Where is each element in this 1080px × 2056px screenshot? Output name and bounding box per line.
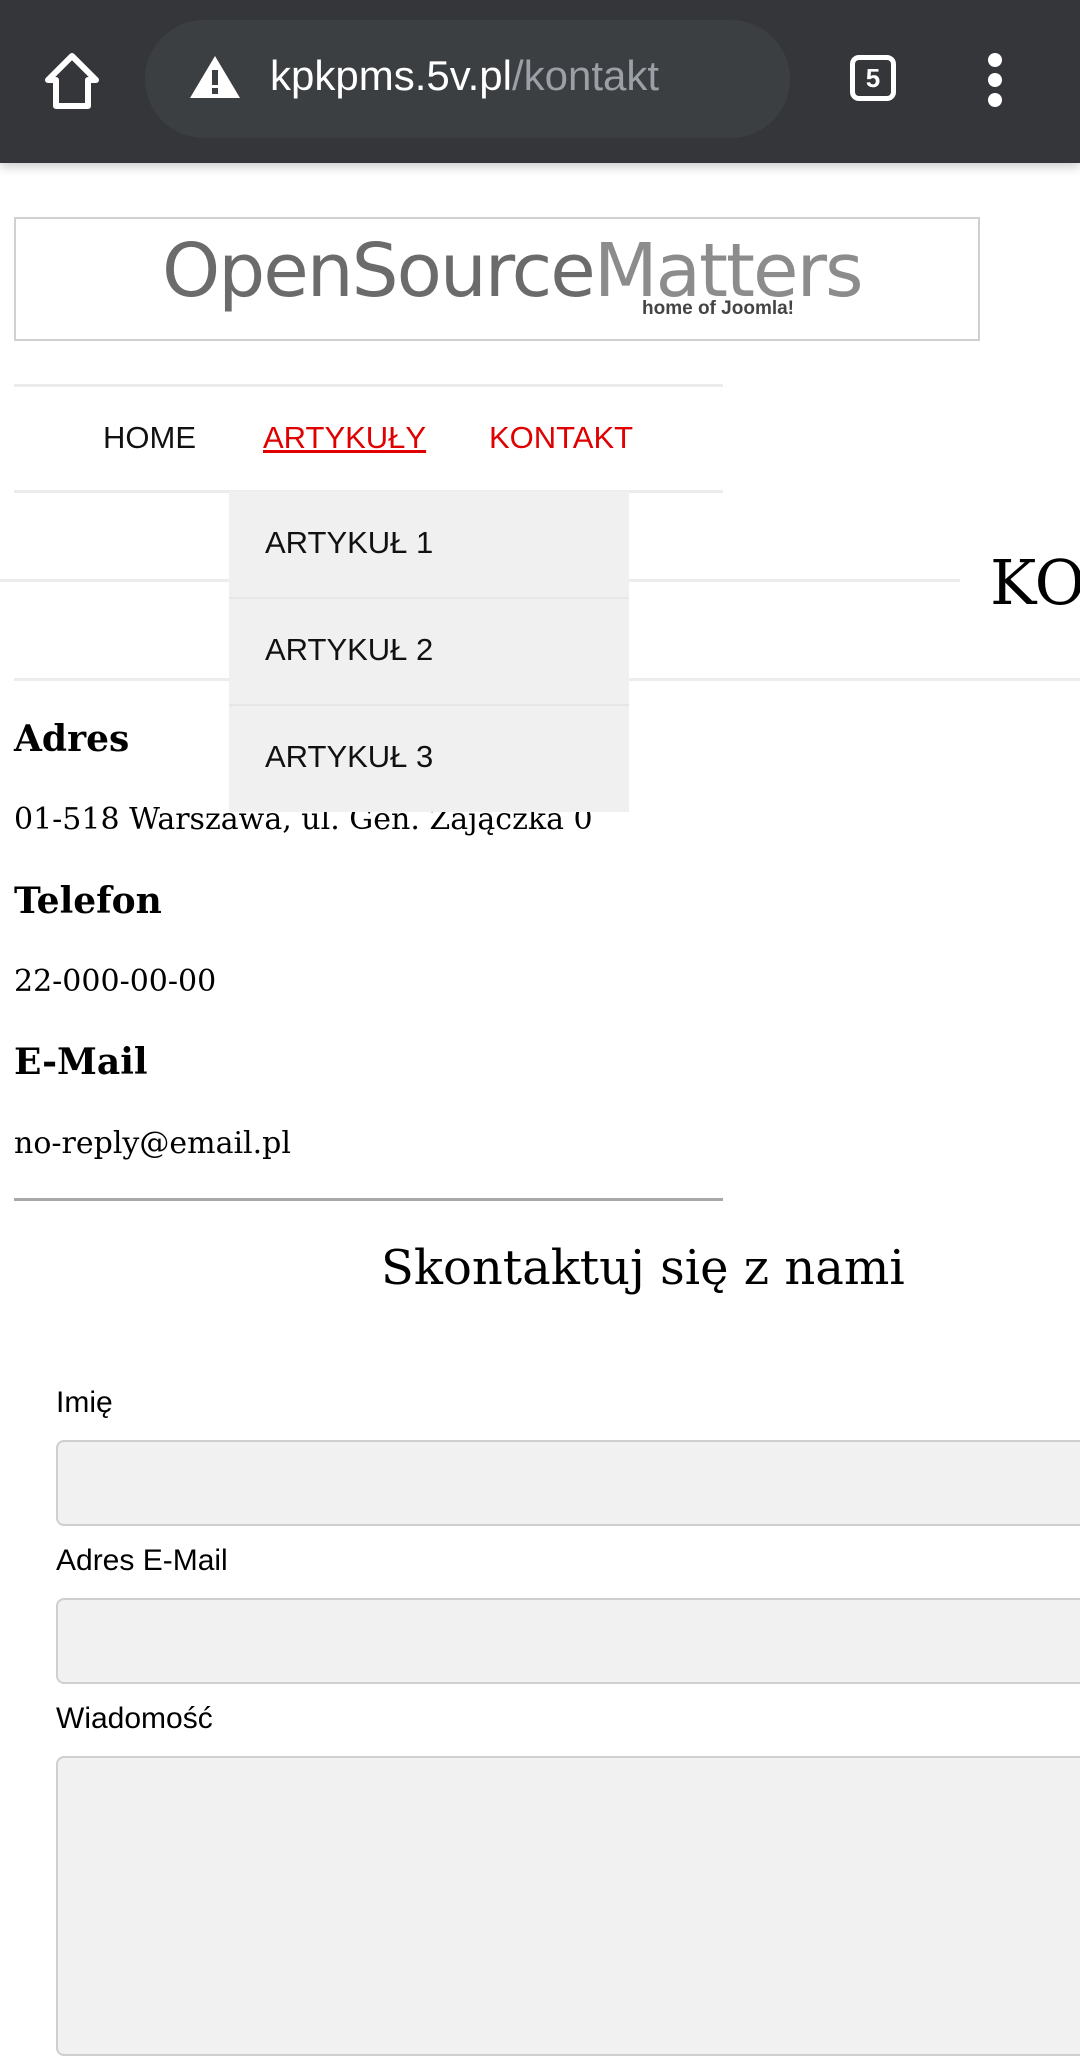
page-title: KO <box>990 546 1080 619</box>
dropdown-item-artykul-3[interactable]: ARTYKUŁ 3 <box>229 705 629 811</box>
name-input[interactable] <box>56 1440 1080 1526</box>
address-heading: Adres <box>14 718 130 760</box>
dropdown-item-label: ARTYKUŁ 2 <box>265 632 434 667</box>
phone-heading: Telefon <box>14 880 162 922</box>
dropdown-item-artykul-1[interactable]: ARTYKUŁ 1 <box>229 491 629 599</box>
dropdown-item-label: ARTYKUŁ 1 <box>265 525 434 560</box>
message-label: Wiadomość <box>56 1702 213 1735</box>
email-heading: E-Mail <box>14 1041 148 1083</box>
warning-icon[interactable] <box>188 54 242 100</box>
nav-artykuly[interactable]: ARTYKUŁY <box>263 420 426 456</box>
browser-toolbar: kpkpms.5v.pl/kontakt 5 <box>0 0 1080 163</box>
dropdown-item-artykul-2[interactable]: ARTYKUŁ 2 <box>229 598 629 706</box>
nav-kontakt[interactable]: KONTAKT <box>489 420 633 456</box>
form-title: Skontaktuj się z nami <box>381 1240 905 1296</box>
email-input[interactable] <box>56 1598 1080 1684</box>
dropdown-item-label: ARTYKUŁ 3 <box>265 739 434 774</box>
artykuly-dropdown: ARTYKUŁ 1 ARTYKUŁ 2 ARTYKUŁ 3 <box>229 491 629 812</box>
nav-home[interactable]: HOME <box>103 420 196 456</box>
email-text[interactable]: no-reply@email.pl <box>14 1126 291 1161</box>
home-icon[interactable] <box>44 52 100 110</box>
tab-switcher-button[interactable]: 5 <box>850 55 896 101</box>
contact-divider <box>14 1198 723 1201</box>
nav-divider-top <box>14 384 723 387</box>
url-text[interactable]: kpkpms.5v.pl/kontakt <box>270 52 659 100</box>
message-textarea[interactable] <box>56 1756 1080 2056</box>
phone-text: 22-000-00-00 <box>14 964 217 999</box>
name-label: Imię <box>56 1386 113 1419</box>
more-menu-icon[interactable] <box>984 52 1006 108</box>
logo-tagline: home of Joomla! <box>642 298 795 319</box>
email-label: Adres E-Mail <box>56 1544 228 1577</box>
